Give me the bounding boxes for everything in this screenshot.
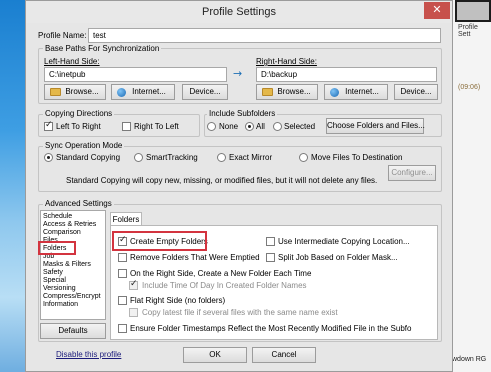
background-window-text: Profile Sett xyxy=(458,24,478,38)
right-device-button[interactable]: Device... xyxy=(394,84,438,100)
copy-latest-label: Copy latest file if several files with t… xyxy=(142,308,338,317)
subfolders-selected-label: Selected xyxy=(284,122,316,131)
subfolders-none-label: None xyxy=(219,122,239,131)
right-side-label: Right-Hand Side: xyxy=(256,57,317,66)
right-internet-label: Internet... xyxy=(345,87,379,96)
create-empty-highlight-box xyxy=(112,231,207,251)
smarttracking-label: SmartTracking xyxy=(146,153,198,162)
left-to-right-label: Left To Right xyxy=(56,122,101,131)
list-item-comparison[interactable]: Comparison xyxy=(43,229,81,237)
left-internet-label: Internet... xyxy=(132,87,166,96)
right-side-new-folder-checkbox[interactable] xyxy=(118,269,127,278)
folders-highlight-box xyxy=(38,241,76,255)
right-to-left-label: Right To Left xyxy=(134,122,179,131)
list-item-schedule[interactable]: Schedule xyxy=(43,213,72,221)
left-internet-button[interactable]: Internet... xyxy=(111,84,175,100)
intermediate-location-label: Use Intermediate Copying Location... xyxy=(278,237,410,246)
right-browse-label: Browse... xyxy=(277,87,311,96)
include-time-checkbox[interactable] xyxy=(129,279,138,290)
folder-icon xyxy=(50,88,61,96)
exact-mirror-label: Exact Mirror xyxy=(229,153,273,162)
list-item-versioning[interactable]: Versioning xyxy=(43,285,76,293)
dialog-title: Profile Settings xyxy=(202,6,276,18)
left-path-input[interactable]: C:\inetpub xyxy=(44,67,227,82)
subfolders-all-label: All xyxy=(256,122,265,131)
standard-copying-radio[interactable] xyxy=(44,153,53,162)
subfolders-selected-radio[interactable] xyxy=(273,122,282,131)
subfolders-all-radio[interactable] xyxy=(245,122,254,131)
choose-folders-button[interactable]: Choose Folders and Files... xyxy=(326,118,425,134)
intermediate-location-checkbox[interactable] xyxy=(266,237,275,246)
globe-icon xyxy=(330,88,339,97)
left-device-button[interactable]: Device... xyxy=(182,84,228,100)
settings-category-list[interactable]: Schedule Access & Retries Comparison Fil… xyxy=(40,210,106,320)
globe-icon xyxy=(117,88,126,97)
flat-right-side-label: Flat Right Side (no folders) xyxy=(130,296,226,305)
left-browse-button[interactable]: Browse... xyxy=(44,84,106,100)
left-to-right-checkbox[interactable] xyxy=(44,120,53,131)
right-side-new-folder-label: On the Right Side, Create a New Folder E… xyxy=(130,269,312,278)
folder-icon xyxy=(262,88,273,96)
advanced-settings-label: Advanced Settings xyxy=(43,199,114,208)
disable-profile-link[interactable]: Disable this profile xyxy=(56,350,121,359)
smarttracking-radio[interactable] xyxy=(134,153,143,162)
background-window-button[interactable] xyxy=(457,2,489,20)
list-item-information[interactable]: Information xyxy=(43,301,78,309)
list-item-masks-filters[interactable]: Masks & Filters xyxy=(43,261,91,269)
copy-latest-checkbox[interactable] xyxy=(129,308,138,317)
profile-settings-dialog: Profile Settings ✕ Profile Name: test Ba… xyxy=(25,0,453,372)
tab-folders[interactable]: Folders xyxy=(110,212,142,226)
sync-mode-label: Sync Operation Mode xyxy=(43,141,125,150)
defaults-button[interactable]: Defaults xyxy=(40,323,106,339)
right-path-input[interactable]: D:\backup xyxy=(256,67,437,82)
list-item-safety[interactable]: Safety xyxy=(43,269,63,277)
remove-emptied-folders-label: Remove Folders That Were Emptied xyxy=(130,253,260,262)
background-window-status: wdown RG xyxy=(452,356,487,363)
left-side-label: Left-Hand Side: xyxy=(44,57,100,66)
list-item-compress-encrypt[interactable]: Compress/Encrypt xyxy=(43,293,101,301)
configure-button[interactable]: Configure... xyxy=(388,165,436,181)
split-job-label: Split Job Based on Folder Mask... xyxy=(278,253,398,262)
arrow-right-icon: → xyxy=(233,67,243,80)
ensure-timestamps-label: Ensure Folder Timestamps Reflect the Mos… xyxy=(130,324,412,333)
ensure-timestamps-checkbox[interactable] xyxy=(118,324,127,333)
right-internet-button[interactable]: Internet... xyxy=(324,84,388,100)
right-to-left-checkbox[interactable] xyxy=(122,122,131,131)
background-window-date: (09:06) xyxy=(458,84,481,91)
ok-button[interactable]: OK xyxy=(183,347,247,363)
move-files-radio[interactable] xyxy=(299,153,308,162)
left-browse-label: Browse... xyxy=(65,87,99,96)
subfolders-none-radio[interactable] xyxy=(207,122,216,131)
profile-name-label: Profile Name: xyxy=(38,31,87,40)
include-subfolders-label: Include Subfolders xyxy=(207,109,278,118)
standard-copying-label: Standard Copying xyxy=(56,153,121,162)
split-job-checkbox[interactable] xyxy=(266,253,275,262)
move-files-label: Move Files To Destination xyxy=(311,153,403,162)
include-time-label: Include Time Of Day In Created Folder Na… xyxy=(142,281,307,290)
list-item-special[interactable]: Special xyxy=(43,277,66,285)
exact-mirror-radio[interactable] xyxy=(217,153,226,162)
profile-name-input[interactable]: test xyxy=(88,28,441,43)
close-button[interactable]: ✕ xyxy=(424,2,450,19)
copying-directions-label: Copying Directions xyxy=(43,109,115,118)
sync-mode-description: Standard Copying will copy new, missing,… xyxy=(66,176,378,185)
list-item-access-retries[interactable]: Access & Retries xyxy=(43,221,96,229)
cancel-button[interactable]: Cancel xyxy=(252,347,316,363)
flat-right-side-checkbox[interactable] xyxy=(118,296,127,305)
right-browse-button[interactable]: Browse... xyxy=(256,84,318,100)
base-paths-label: Base Paths For Synchronization xyxy=(43,44,162,53)
remove-emptied-folders-checkbox[interactable] xyxy=(118,253,127,262)
